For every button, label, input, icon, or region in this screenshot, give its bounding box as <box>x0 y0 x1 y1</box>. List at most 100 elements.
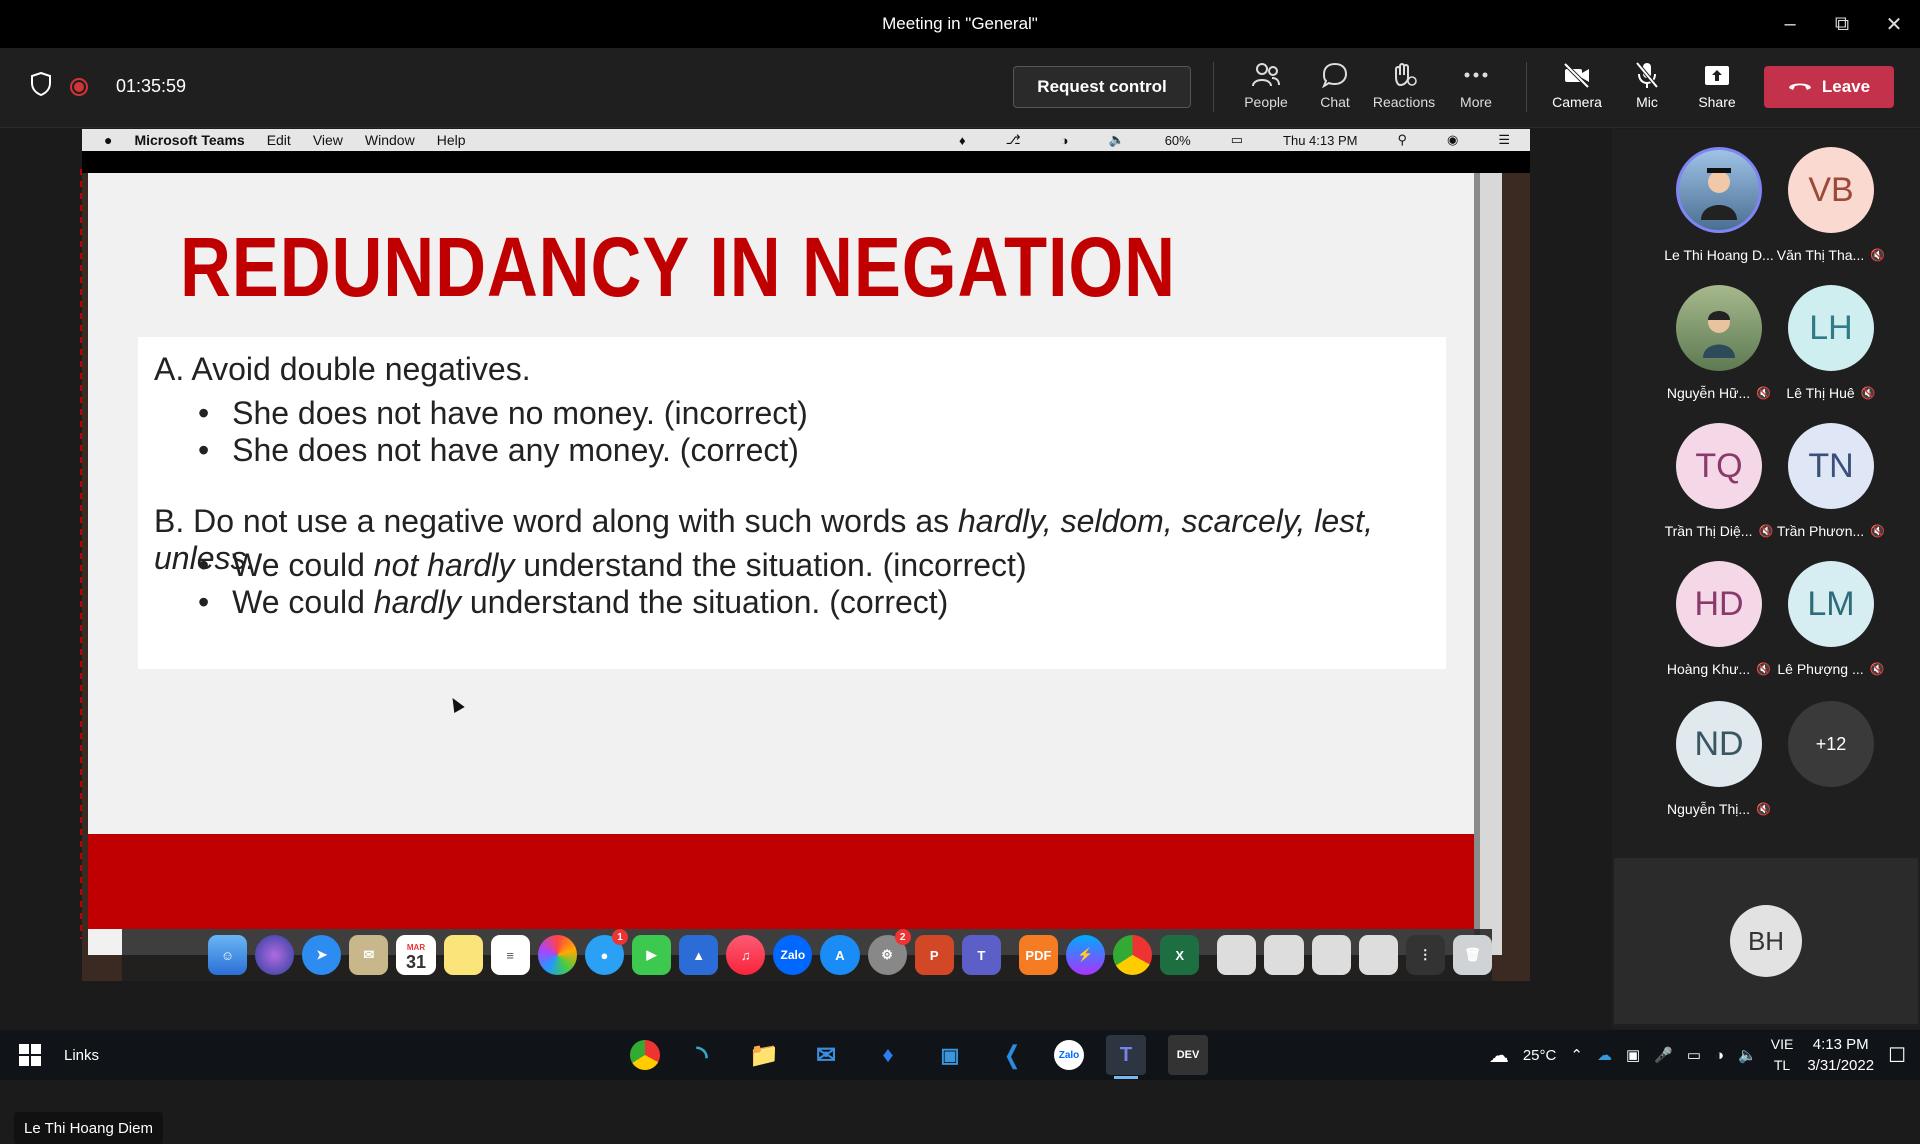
participant-tile[interactable]: TN Trần Phươn... 🔇 <box>1762 423 1900 561</box>
system-tray: ☁ 25°C ⌃ ☁ ▣ 🎤 ▭ ◑ 🔈 VIE TL 4:13 PM 3/31… <box>1489 1030 1920 1080</box>
participant-video-tile[interactable]: BH <box>1614 858 1918 1024</box>
zalo-icon[interactable]: Zalo <box>773 935 813 975</box>
device-icon[interactable]: ▣ <box>1626 1046 1640 1064</box>
messages-icon[interactable]: ● 1 <box>584 929 628 975</box>
menu-app-name[interactable]: Microsoft Teams <box>134 132 244 148</box>
chrome-icon[interactable] <box>630 1040 660 1070</box>
share-button[interactable]: Share <box>1682 60 1752 118</box>
document-thumb-icon[interactable] <box>1311 935 1351 975</box>
point-a: A. Avoid double negatives. <box>154 351 531 387</box>
edge-icon[interactable]: ◝ <box>682 1035 722 1075</box>
links-toolbar[interactable]: Links <box>64 1047 99 1064</box>
onedrive-icon[interactable]: ☁ <box>1597 1046 1612 1064</box>
taskbar-clock[interactable]: 4:13 PM 3/31/2022 <box>1807 1034 1874 1076</box>
finder-icon[interactable]: ☺ <box>208 935 248 975</box>
app-store-icon[interactable]: A <box>820 935 860 975</box>
restore-button[interactable]: ⧉ <box>1816 0 1868 48</box>
meeting-status: 01:35:59 <box>30 71 186 101</box>
vscode-icon[interactable]: ❬ <box>992 1035 1032 1075</box>
siri-icon[interactable]: ◉ <box>1447 132 1458 148</box>
chat-button[interactable]: Chat <box>1300 60 1370 118</box>
participant-avatar: HD <box>1676 561 1762 647</box>
taskbar-apps: ◝ 📁 ✉ ♦ ▣ ❬ Zalo T DEV <box>630 1030 1208 1080</box>
powerpoint-icon[interactable]: P <box>914 935 954 975</box>
store-icon[interactable]: ▣ <box>930 1035 970 1075</box>
weather-icon[interactable]: ☁ <box>1489 1043 1509 1068</box>
reminders-icon[interactable]: ≡ <box>490 935 530 975</box>
people-button[interactable]: People <box>1231 60 1301 118</box>
leave-button[interactable]: Leave <box>1764 66 1894 108</box>
menu-window[interactable]: Window <box>365 132 415 148</box>
presentation-slide: REDUNDANCY IN NEGATION A. Avoid double n… <box>88 173 1502 955</box>
camera-button[interactable]: Camera <box>1542 60 1612 118</box>
photos-icon[interactable] <box>537 935 577 975</box>
facetime-icon[interactable]: ▶ <box>631 935 672 975</box>
wifi-icon[interactable]: ◑ <box>1715 1047 1724 1064</box>
start-button[interactable] <box>0 1030 60 1080</box>
minimize-button[interactable]: – <box>1764 0 1816 48</box>
people-icon <box>1251 60 1281 90</box>
input-language[interactable]: VIE TL <box>1771 1034 1794 1076</box>
teams-icon[interactable]: T <box>1106 1035 1146 1079</box>
chrome-icon[interactable] <box>1113 935 1153 975</box>
itunes-icon[interactable]: ♫ <box>726 935 766 975</box>
dropbox-icon[interactable]: ♦ <box>868 1035 908 1075</box>
document-thumb-icon[interactable] <box>1217 935 1257 975</box>
siri-icon[interactable] <box>255 935 295 975</box>
zalo-icon[interactable]: Zalo <box>1054 1040 1084 1070</box>
participant-tile[interactable]: VB Văn Thị Tha... 🔇 <box>1762 147 1900 285</box>
menu-view[interactable]: View <box>313 132 343 148</box>
battery-icon[interactable]: ▭ <box>1687 1046 1701 1064</box>
menu-edit[interactable]: Edit <box>267 132 291 148</box>
document-thumb-icon[interactable] <box>1264 935 1304 975</box>
camera-off-icon <box>1562 60 1592 90</box>
slide-content-box: A. Avoid double negatives. She does not … <box>138 337 1446 669</box>
menu-help[interactable]: Help <box>437 132 466 148</box>
apple-icon[interactable]: ● <box>104 132 112 148</box>
mail-stamp-icon[interactable]: ✉ <box>349 935 389 975</box>
file-explorer-icon[interactable]: 📁 <box>744 1035 784 1075</box>
document-thumb-icon[interactable] <box>1358 935 1398 975</box>
excel-icon[interactable]: X <box>1160 935 1200 975</box>
messenger-icon[interactable]: ⚡ <box>1065 935 1106 975</box>
teams-icon[interactable]: T <box>961 935 1001 975</box>
reactions-button[interactable]: Reactions <box>1369 60 1439 118</box>
participant-photo <box>1676 147 1762 233</box>
notifications-icon[interactable]: ☐ <box>1888 1043 1906 1068</box>
windows-logo-icon <box>19 1044 41 1066</box>
more-button[interactable]: More <box>1441 60 1511 118</box>
chevron-up-icon[interactable]: ⌃ <box>1570 1046 1583 1064</box>
trash-icon[interactable]: 🗑 <box>1452 935 1492 975</box>
participant-tile[interactable]: LH Lê Thị Huê 🔇 <box>1762 285 1900 423</box>
notes-icon[interactable] <box>443 935 483 975</box>
keynote-icon[interactable]: ▲ <box>679 935 719 975</box>
system-preferences-icon[interactable]: ⚙ 2 <box>867 929 911 975</box>
close-button[interactable]: ✕ <box>1868 0 1920 48</box>
launchpad-icon[interactable]: ⋮ <box>1405 935 1445 975</box>
participant-photo <box>1676 285 1762 371</box>
dev-icon[interactable]: DEV <box>1168 1035 1208 1075</box>
mac-clock[interactable]: Thu 4:13 PM <box>1283 133 1357 148</box>
notification-center-icon[interactable]: ☰ <box>1498 132 1510 148</box>
weather-temp[interactable]: 25°C <box>1523 1047 1557 1064</box>
mic-icon[interactable]: 🎤 <box>1654 1046 1673 1064</box>
bluetooth-icon[interactable]: ⎇ <box>1006 132 1021 148</box>
request-control-button[interactable]: Request control <box>1013 66 1191 108</box>
pdf-icon[interactable]: PDF <box>1018 935 1058 975</box>
participant-avatar: ND <box>1676 701 1762 787</box>
battery-icon[interactable]: ▭ <box>1231 132 1243 148</box>
participant-name: Hoàng Khư... 🔇 <box>1666 661 1772 677</box>
spotlight-icon[interactable]: ⚲ <box>1397 132 1407 148</box>
volume-icon[interactable]: 🔈 <box>1109 132 1125 148</box>
mail-icon[interactable]: ✉ <box>806 1035 846 1075</box>
safari-icon[interactable]: ➤ <box>302 935 342 975</box>
participant-avatar: LM <box>1788 561 1874 647</box>
dropbox-icon[interactable]: ♦ <box>959 133 966 148</box>
mic-button[interactable]: Mic <box>1612 60 1682 118</box>
point-b-bullets: We could not hardly understand the situa… <box>198 547 1027 621</box>
participant-tile[interactable]: LM Lê Phượng ... 🔇 <box>1762 561 1900 699</box>
wifi-icon[interactable]: ◑ <box>1061 133 1069 148</box>
more-participants-tile[interactable]: +12 <box>1762 701 1900 839</box>
calendar-icon[interactable]: MAR 31 <box>396 935 436 975</box>
volume-icon[interactable]: 🔈 <box>1738 1046 1757 1064</box>
